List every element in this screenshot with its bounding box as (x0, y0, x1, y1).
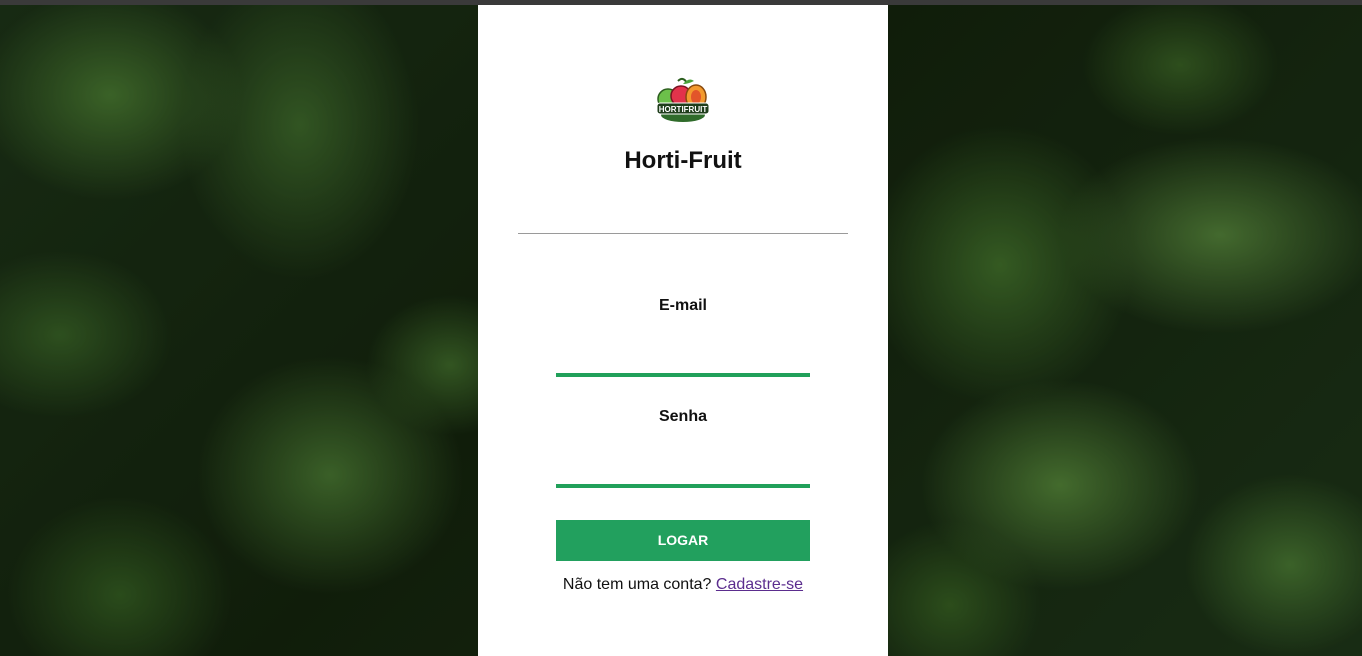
divider (518, 233, 848, 234)
login-panel: HORTIFRUIT Horti-Fruit E-mail Senha LOGA… (478, 5, 888, 656)
signup-row: Não tem uma conta? Cadastre-se (478, 576, 888, 594)
email-field[interactable] (556, 343, 810, 377)
login-button[interactable]: LOGAR (556, 520, 810, 561)
fruit-basket-logo-icon: HORTIFRUIT (654, 75, 712, 123)
password-label: Senha (658, 408, 707, 425)
email-label: E-mail (658, 297, 707, 314)
browser-top-edge (0, 0, 1362, 5)
logo-text: HORTIFRUIT (659, 105, 708, 114)
brand-title: Horti-Fruit (624, 147, 742, 174)
signup-link[interactable]: Cadastre-se (716, 576, 803, 593)
password-field[interactable] (556, 454, 810, 488)
signup-prompt: Não tem uma conta? (562, 576, 712, 593)
